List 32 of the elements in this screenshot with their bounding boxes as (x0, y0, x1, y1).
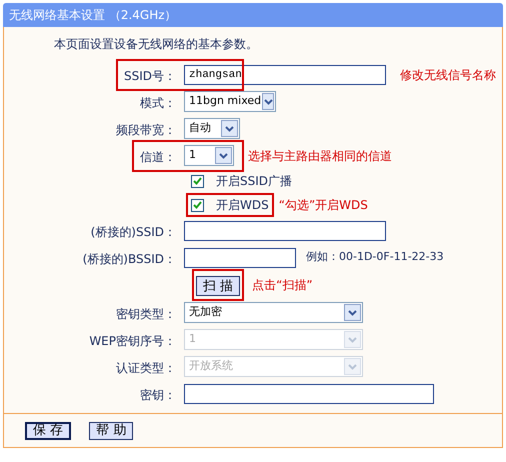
form-button[interactable]: 帮 助 (89, 422, 134, 440)
field-label: 密钥类型： (116, 306, 176, 320)
dropdown[interactable]: 无加密 (184, 302, 363, 323)
field-label: (桥接的)BSSID： (82, 252, 176, 266)
dropdown[interactable]: 自动 (184, 118, 240, 139)
annotation-text: 选择与主路由器相同的信道 (248, 148, 392, 164)
checkbox-option[interactable]: 开启WDS (189, 196, 271, 214)
field-label: 模式： (140, 96, 176, 110)
checkbox[interactable] (191, 174, 204, 188)
checkbox[interactable] (191, 198, 204, 212)
form-button[interactable]: 保 存 (25, 422, 72, 440)
dropdown[interactable]: 11bgn mixed (184, 91, 276, 112)
field-label: 信道： (140, 150, 176, 164)
field-label: SSID号： (124, 68, 176, 82)
text-field[interactable]: zhangsan (184, 64, 386, 84)
text-field[interactable] (184, 384, 434, 404)
field-label: 密钥： (140, 388, 176, 402)
hint-text: 例如：00-1D-0F-11-22-33 (306, 249, 444, 266)
field-label: 频段带宽： (116, 122, 176, 136)
field-label: (桥接的)SSID： (90, 224, 176, 238)
annotation-text: 修改无线信号名称 (400, 66, 496, 84)
annotation-text: 点击“扫描” (252, 277, 313, 294)
checkbox-option[interactable]: 开启SSID广播 (189, 172, 294, 190)
intro-text: 本页面设置设备无线网络的基本参数。 (54, 36, 258, 53)
field-label: 认证类型： (116, 360, 176, 374)
text-field[interactable] (184, 220, 386, 240)
annotation-text: “勾选”开启WDS (278, 197, 368, 214)
field-label: WEP密钥序号： (89, 334, 176, 348)
window-title-bar: 无线网络基本设置 （2.4GHz） (3, 3, 503, 27)
dropdown[interactable]: 1 (184, 145, 234, 166)
scan-button[interactable]: 扫 描 (196, 276, 240, 296)
text-field[interactable] (184, 248, 296, 268)
